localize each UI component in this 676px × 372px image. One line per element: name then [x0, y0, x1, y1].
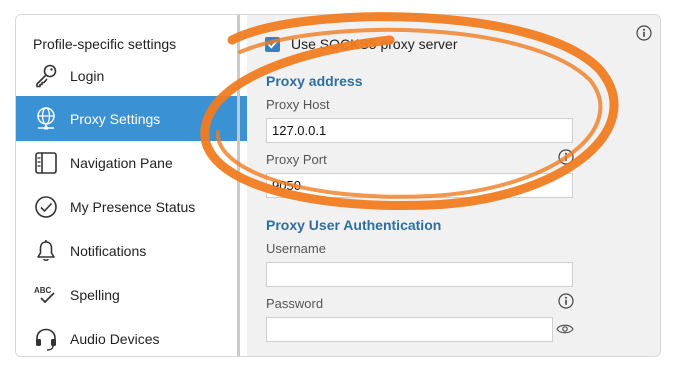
socks5-checkbox[interactable]: [265, 36, 280, 52]
username-input[interactable]: [266, 262, 573, 287]
proxy-port-input[interactable]: [266, 173, 573, 198]
bell-icon: [32, 237, 60, 265]
panel-icon: [32, 149, 60, 177]
info-icon[interactable]: [636, 25, 652, 41]
sidebar-item-notifications[interactable]: Notifications: [16, 228, 247, 273]
sidebar-item-login[interactable]: Login: [16, 53, 247, 98]
proxy-address-heading: Proxy address: [266, 73, 363, 89]
sidebar-item-navigation-pane[interactable]: Navigation Pane: [16, 140, 247, 185]
info-icon[interactable]: [558, 149, 574, 165]
username-label: Username: [266, 241, 326, 256]
proxy-port-label: Proxy Port: [266, 152, 327, 167]
pane-splitter[interactable]: [237, 15, 240, 356]
info-icon[interactable]: [558, 293, 574, 309]
password-label: Password: [266, 296, 324, 311]
eye-icon[interactable]: [556, 323, 574, 335]
password-input[interactable]: [266, 317, 553, 342]
proxy-auth-heading: Proxy User Authentication: [266, 217, 442, 233]
sidebar-item-label: Notifications: [70, 242, 147, 259]
checkmark-icon: [267, 40, 278, 49]
sidebar-title: Profile-specific settings: [33, 36, 177, 52]
sidebar-item-label: My Presence Status: [70, 198, 196, 215]
proxy-host-input[interactable]: [266, 118, 573, 143]
spellcheck-icon: ABC: [32, 281, 60, 309]
sidebar-item-label: Proxy Settings: [70, 110, 161, 127]
sidebar-item-label: Spelling: [70, 286, 120, 303]
check-circle-icon: [32, 193, 60, 221]
sidebar: Profile-specific settings Login Proxy Se…: [16, 15, 247, 356]
socks5-option[interactable]: Use SOCKS5 proxy server: [265, 36, 458, 52]
proxy-host-label: Proxy Host: [266, 97, 330, 112]
sidebar-item-label: Audio Devices: [70, 330, 160, 347]
globe-network-icon: [32, 105, 60, 133]
sidebar-item-audio-devices[interactable]: Audio Devices: [16, 316, 247, 356]
settings-window: Profile-specific settings Login Proxy Se…: [15, 14, 661, 357]
svg-text:ABC: ABC: [34, 286, 52, 295]
sidebar-item-label: Login: [70, 67, 105, 84]
sidebar-item-proxy-settings[interactable]: Proxy Settings: [16, 96, 247, 141]
socks5-label: Use SOCKS5 proxy server: [291, 36, 458, 52]
proxy-settings-panel: Use SOCKS5 proxy server Proxy address Pr…: [247, 15, 660, 356]
sidebar-item-label: Navigation Pane: [70, 154, 173, 171]
headset-icon: [32, 325, 60, 353]
sidebar-item-my-presence-status[interactable]: My Presence Status: [16, 184, 247, 229]
key-icon: [32, 62, 60, 90]
sidebar-item-spelling[interactable]: ABC Spelling: [16, 272, 247, 317]
